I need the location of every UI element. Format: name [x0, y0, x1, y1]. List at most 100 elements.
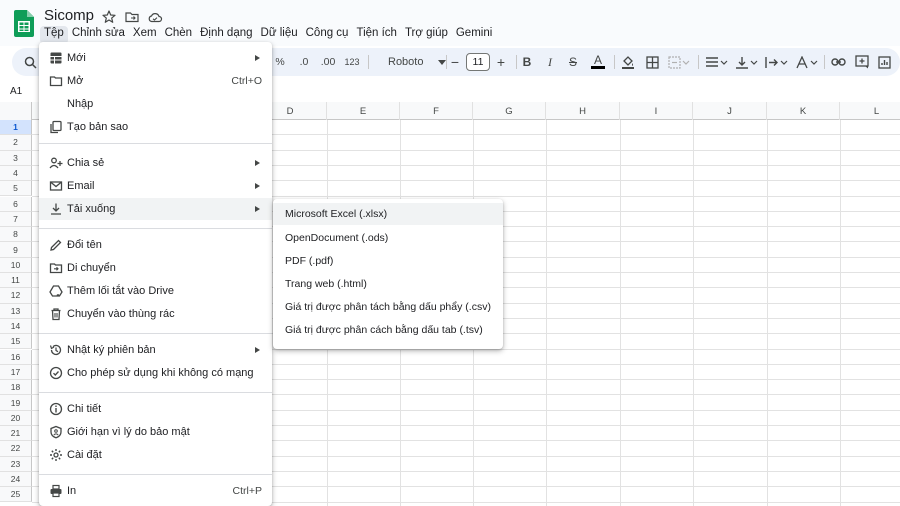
select-all-corner[interactable] [0, 102, 32, 120]
menu-item-print[interactable]: In Ctrl+P [39, 480, 272, 502]
download-csv[interactable]: Giá trị được phân tách bằng dấu phẩy (.c… [273, 296, 503, 318]
toolbar-divider [824, 55, 825, 69]
drive-shortcut-icon [49, 285, 63, 297]
text-wrap-icon[interactable] [764, 48, 790, 76]
number-format-button[interactable]: 123 [342, 48, 362, 76]
row-header[interactable]: 3 [0, 150, 32, 166]
menu-item-version-history[interactable]: Nhật ký phiên bản [39, 339, 272, 361]
download-pdf[interactable]: PDF (.pdf) [273, 250, 503, 272]
row-header[interactable]: 11 [0, 273, 32, 289]
column-header[interactable]: H [546, 102, 620, 120]
merge-cells-icon[interactable] [667, 48, 691, 76]
name-box[interactable]: A1 [10, 86, 22, 97]
download-tsv[interactable]: Giá trị được phân cách bằng dấu tab (.ts… [273, 319, 503, 341]
download-xlsx[interactable]: Microsoft Excel (.xlsx) [273, 203, 503, 225]
menu-item-make-copy[interactable]: Tạo bản sao [39, 116, 272, 138]
menu-item-details[interactable]: Chi tiết [39, 398, 272, 420]
row-header[interactable]: 9 [0, 242, 32, 258]
download-html[interactable]: Trang web (.html) [273, 273, 503, 295]
menu-item-rename[interactable]: Đổi tên [39, 234, 272, 256]
row-header[interactable]: 22 [0, 441, 32, 457]
submenu-item-label: Giá trị được phân tách bằng dấu phẩy (.c… [285, 301, 491, 313]
column-header[interactable]: L [840, 102, 900, 120]
menu-item-import[interactable]: Nhập [39, 93, 272, 115]
submenu-item-label: Microsoft Excel (.xlsx) [285, 208, 388, 220]
document-title[interactable]: Sicomp [44, 7, 94, 24]
insert-chart-icon[interactable] [876, 48, 892, 76]
menu-help[interactable]: Trợ giúp [401, 26, 452, 44]
gridline [767, 120, 768, 506]
column-header[interactable]: G [473, 102, 546, 120]
text-rotation-icon[interactable] [794, 48, 820, 76]
star-icon[interactable] [101, 9, 117, 25]
row-header[interactable]: 16 [0, 349, 32, 365]
menu-item-new[interactable]: Mới [39, 47, 272, 69]
row-header[interactable]: 4 [0, 165, 32, 182]
submenu-arrow-icon [255, 183, 260, 189]
menu-item-security-limits[interactable]: Giới hạn vì lý do bảo mật [39, 421, 272, 443]
italic-button[interactable]: I [543, 48, 557, 76]
toolbar-divider [614, 55, 615, 69]
fill-color-icon[interactable] [620, 48, 636, 76]
download-ods[interactable]: OpenDocument (.ods) [273, 227, 503, 249]
move-folder-icon[interactable] [124, 9, 140, 25]
row-header[interactable]: 12 [0, 288, 32, 304]
column-header[interactable]: I [620, 102, 693, 120]
menu-item-settings[interactable]: Cài đặt [39, 444, 272, 466]
column-header[interactable]: J [693, 102, 767, 120]
column-header[interactable]: K [767, 102, 840, 120]
decrease-decimal-button[interactable]: .0 [294, 48, 314, 76]
row-header[interactable]: 20 [0, 410, 32, 426]
menu-item-add-shortcut[interactable]: Thêm lối tắt vào Drive [39, 280, 272, 302]
row-header[interactable]: 18 [0, 380, 32, 396]
row-header[interactable]: 6 [0, 196, 32, 212]
sheets-logo-icon[interactable] [14, 10, 34, 37]
vertical-align-icon[interactable] [734, 48, 760, 76]
font-size-input[interactable]: 11 [466, 53, 490, 71]
row-header[interactable]: 1 [0, 120, 32, 136]
submenu-item-label: PDF (.pdf) [285, 255, 334, 267]
row-header[interactable]: 15 [0, 334, 32, 350]
menu-item-offline[interactable]: Cho phép sử dụng khi không có mạng [39, 362, 272, 384]
menu-tools[interactable]: Công cụ [302, 26, 353, 44]
menu-item-email[interactable]: Email [39, 175, 272, 197]
increase-font-size-button[interactable]: + [494, 48, 508, 76]
increase-decimal-button[interactable]: .00 [317, 48, 339, 76]
menu-extensions[interactable]: Tiện ích [352, 26, 400, 44]
menu-item-move-to-trash[interactable]: Chuyển vào thùng rác [39, 303, 272, 325]
bold-button[interactable]: B [520, 48, 534, 76]
menu-item-share[interactable]: Chia sẻ [39, 152, 272, 174]
row-header[interactable]: 24 [0, 471, 32, 488]
menu-item-open[interactable]: Mở Ctrl+O [39, 70, 272, 92]
column-header[interactable]: E [327, 102, 400, 120]
row-header[interactable]: 2 [0, 135, 32, 151]
borders-icon[interactable] [644, 48, 660, 76]
menu-item-move[interactable]: Di chuyển [39, 257, 272, 279]
row-header[interactable]: 8 [0, 227, 32, 243]
horizontal-align-icon[interactable] [704, 48, 730, 76]
cloud-status-icon[interactable] [147, 9, 163, 25]
row-header[interactable]: 23 [0, 456, 32, 472]
row-header[interactable]: 21 [0, 426, 32, 442]
text-color-button[interactable]: A [590, 48, 606, 76]
insert-comment-icon[interactable] [854, 48, 870, 76]
row-header[interactable]: 10 [0, 257, 32, 273]
font-select[interactable]: Roboto [386, 48, 448, 76]
column-header[interactable]: F [400, 102, 473, 120]
insert-link-icon[interactable] [830, 48, 846, 76]
percent-format-button[interactable]: % [272, 48, 288, 76]
toolbar-divider [368, 55, 369, 69]
row-header[interactable]: 25 [0, 487, 32, 503]
row-header[interactable]: 17 [0, 364, 32, 381]
row-header[interactable]: 13 [0, 303, 32, 319]
decrease-font-size-button[interactable]: − [448, 48, 462, 76]
row-header[interactable]: 19 [0, 395, 32, 411]
search-menus-icon[interactable] [22, 48, 38, 76]
strikethrough-button[interactable]: S [566, 48, 580, 76]
file-menu: Mới Mở Ctrl+O Nhập Tạo bản sao Chia sẻ E… [39, 42, 272, 506]
row-header[interactable]: 5 [0, 181, 32, 197]
menu-gemini[interactable]: Gemini [452, 26, 496, 44]
row-header[interactable]: 7 [0, 211, 32, 228]
row-header[interactable]: 14 [0, 318, 32, 335]
menu-item-download[interactable]: Tải xuống [39, 198, 272, 220]
